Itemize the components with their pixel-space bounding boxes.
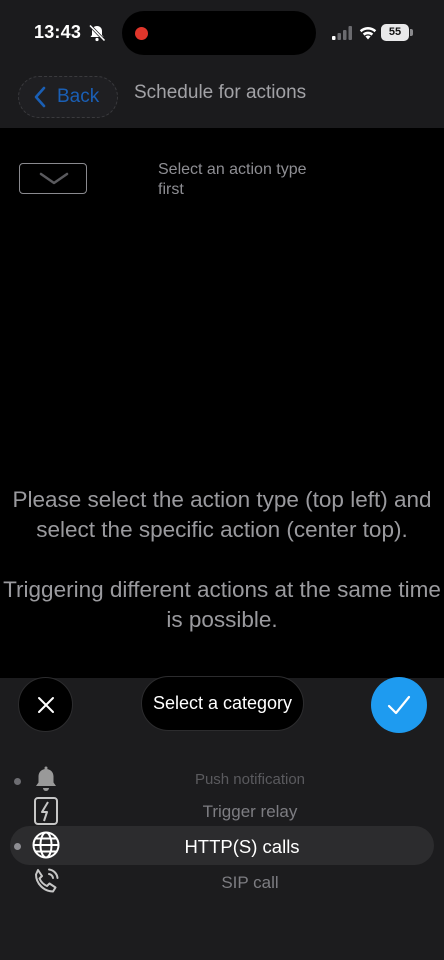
checkmark-icon	[387, 695, 411, 715]
category-label: HTTP(S) calls	[184, 836, 300, 857]
instructions-paragraph-2: Triggering different actions at the same…	[3, 577, 441, 632]
category-option-trigger-relay[interactable]: Trigger relay	[0, 793, 444, 829]
category-label: Trigger relay	[202, 802, 298, 821]
bell-slash-icon	[88, 24, 106, 42]
category-label: Push notification	[194, 771, 306, 788]
cellular-signal-icon	[332, 26, 352, 40]
dynamic-island	[122, 11, 316, 55]
confirm-button[interactable]	[371, 677, 427, 733]
nav-bar: Back Schedule for actions	[0, 64, 444, 128]
battery-level: 55	[381, 24, 409, 41]
status-bar: 13:43 55	[0, 0, 444, 64]
action-type-dropdown[interactable]	[19, 163, 87, 194]
action-select-placeholder: Select an action type first	[158, 161, 307, 198]
close-icon	[38, 697, 54, 713]
instructions-paragraph-1: Please select the action type (top left)…	[12, 487, 432, 542]
battery-icon: 55	[381, 24, 413, 41]
status-time: 13:43	[34, 22, 82, 42]
category-label: SIP call	[221, 873, 279, 892]
category-select-button[interactable]: Select a category	[141, 676, 304, 731]
back-label: Back	[57, 86, 100, 107]
page-title: Schedule for actions	[134, 82, 307, 103]
instructions-text: Please select the action type (top left)…	[0, 485, 444, 635]
chevron-left-icon	[34, 86, 46, 108]
recording-dot-icon	[135, 27, 148, 40]
category-option-http-calls[interactable]: HTTP(S) calls	[10, 826, 434, 865]
wifi-icon	[359, 27, 377, 40]
category-select-label: Select a category	[152, 693, 293, 713]
back-button[interactable]: Back	[18, 76, 118, 118]
chevron-down-icon	[39, 172, 69, 185]
category-option-sip-call[interactable]: SIP call	[0, 863, 444, 899]
close-button[interactable]	[18, 677, 73, 732]
